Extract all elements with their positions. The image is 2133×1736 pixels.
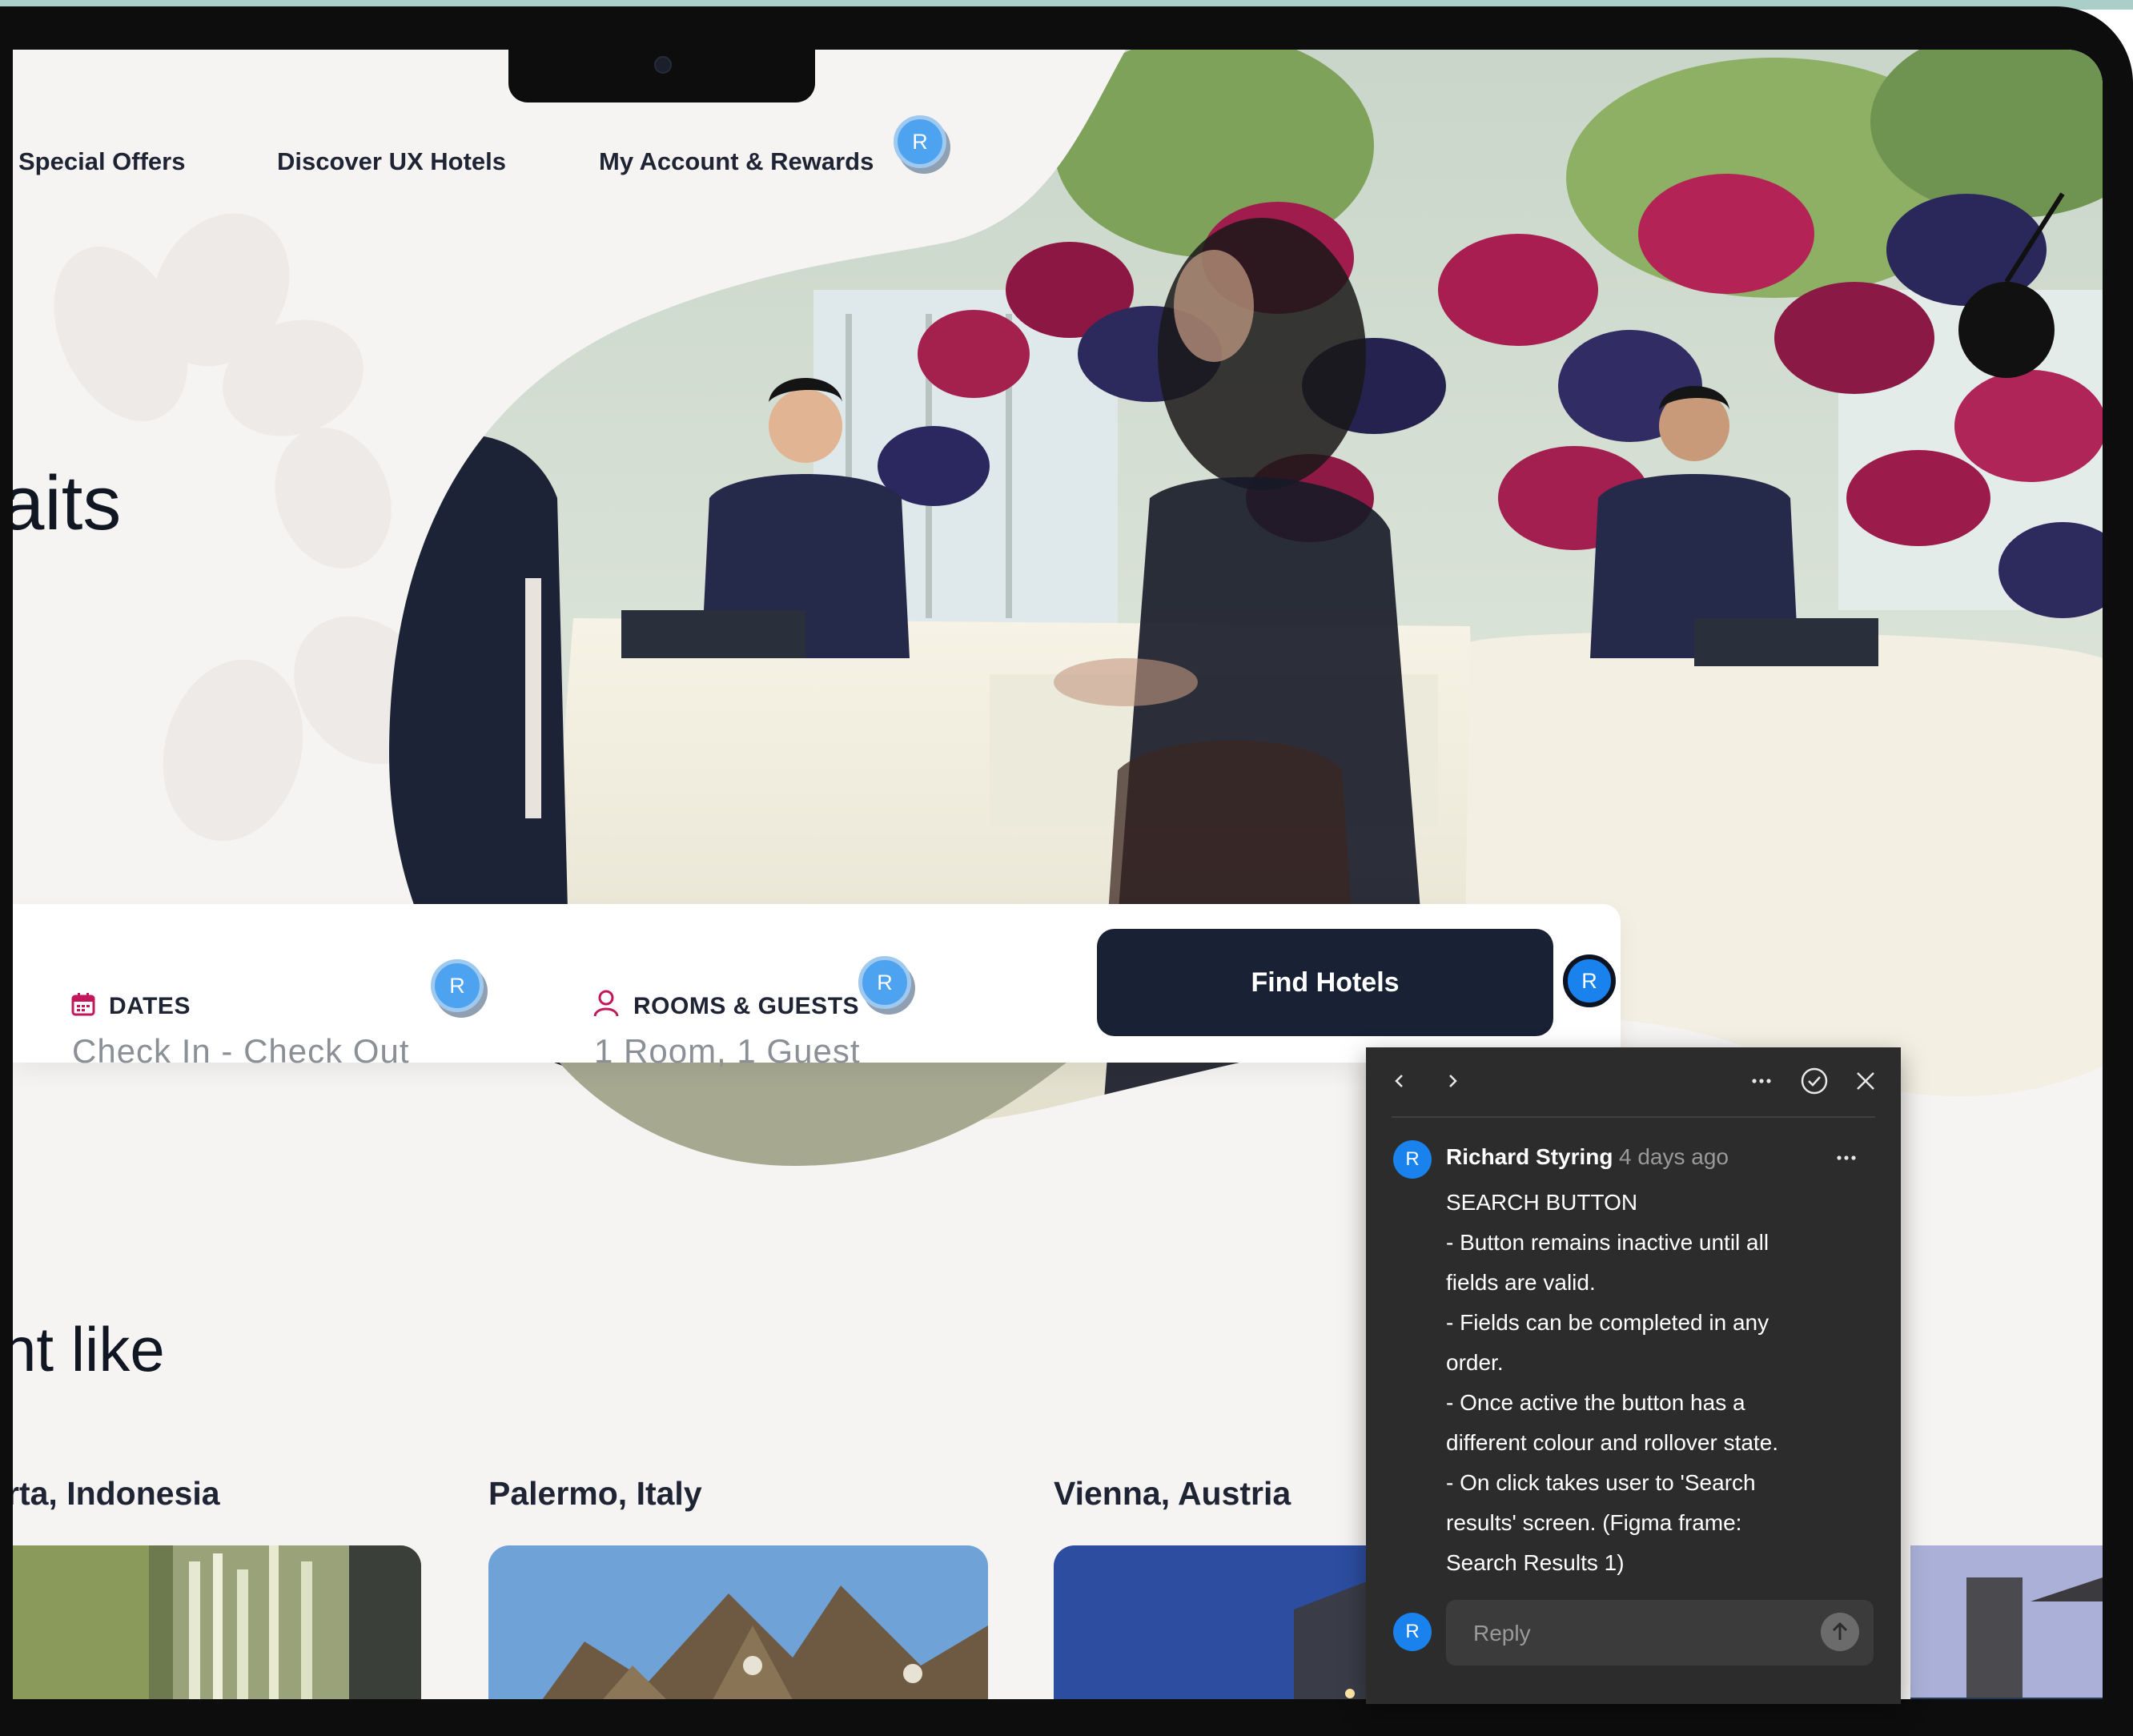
destination-title[interactable]: rta, Indonesia — [13, 1475, 220, 1513]
comment-text-line: - Button remains inactive until all — [1446, 1230, 1769, 1255]
reply-box — [1446, 1600, 1874, 1667]
find-hotels-button[interactable]: Find Hotels — [1097, 929, 1553, 1036]
comment-marker[interactable]: R — [858, 956, 911, 1009]
send-arrow-icon[interactable] — [1821, 1613, 1859, 1651]
rooms-guests-field[interactable]: 1 Room, 1 Guest — [594, 1032, 860, 1071]
dates-field[interactable]: Check In - Check Out — [72, 1032, 409, 1071]
comment-timestamp: 4 days ago — [1619, 1144, 1729, 1169]
comment-text-line: order. — [1446, 1350, 1504, 1375]
comment-text-line: results' screen. (Figma frame: — [1446, 1510, 1742, 1535]
comment-panel: R Richard Styring 4 days ago SEARCH BUTT… — [1366, 1047, 1901, 1704]
comment-text-line: - Once active the button has a — [1446, 1390, 1745, 1415]
destination-card-image[interactable] — [488, 1545, 988, 1699]
more-icon[interactable] — [1750, 1071, 1773, 1091]
destination-title[interactable]: Vienna, Austria — [1054, 1475, 1291, 1513]
rooms-guests-label: ROOMS & GUESTS — [633, 993, 860, 1019]
camera-notch — [508, 50, 815, 102]
comment-text-line: fields are valid. — [1446, 1270, 1596, 1295]
panel-divider — [1392, 1116, 1875, 1118]
hero-shape-shadow — [557, 1060, 1070, 1167]
chevron-left-icon[interactable] — [1390, 1071, 1409, 1091]
comment-marker-active[interactable]: R — [1563, 954, 1616, 1007]
comment-more-icon[interactable] — [1835, 1148, 1858, 1167]
dates-label: DATES — [109, 993, 191, 1019]
close-icon[interactable] — [1854, 1070, 1877, 1092]
destination-card-image[interactable] — [13, 1545, 421, 1699]
chevron-right-icon[interactable] — [1443, 1071, 1462, 1091]
avatar: R — [1393, 1613, 1432, 1651]
destination-card-image[interactable] — [1910, 1545, 2103, 1699]
comment-marker[interactable]: R — [431, 959, 484, 1012]
comment-text-line: SEARCH BUTTON — [1446, 1190, 1638, 1215]
hero-headline: aits — [13, 460, 122, 546]
person-icon — [593, 990, 619, 1017]
nav-discover-ux-hotels[interactable]: Discover UX Hotels — [277, 147, 506, 176]
comment-text-line: - Fields can be completed in any — [1446, 1310, 1769, 1335]
comment-marker[interactable]: R — [894, 115, 946, 168]
nav-special-offers[interactable]: Special Offers — [18, 147, 185, 176]
section-heading: ht like — [13, 1314, 165, 1384]
nav-my-account-rewards[interactable]: My Account & Rewards — [599, 147, 874, 176]
resolve-check-icon[interactable] — [1800, 1067, 1829, 1095]
calendar-icon — [71, 993, 95, 1016]
comment-text-line: Search Results 1) — [1446, 1550, 1625, 1575]
comment-text-line: - On click takes user to 'Search — [1446, 1470, 1756, 1495]
camera-icon — [654, 56, 672, 74]
comment-text-line: different colour and rollover state. — [1446, 1430, 1779, 1455]
avatar: R — [1393, 1140, 1432, 1179]
destination-card-image[interactable] — [1054, 1545, 1398, 1699]
destination-title[interactable]: Palermo, Italy — [488, 1475, 702, 1513]
reply-input[interactable] — [1472, 1600, 1811, 1667]
comment-author: Richard Styring — [1446, 1144, 1613, 1169]
